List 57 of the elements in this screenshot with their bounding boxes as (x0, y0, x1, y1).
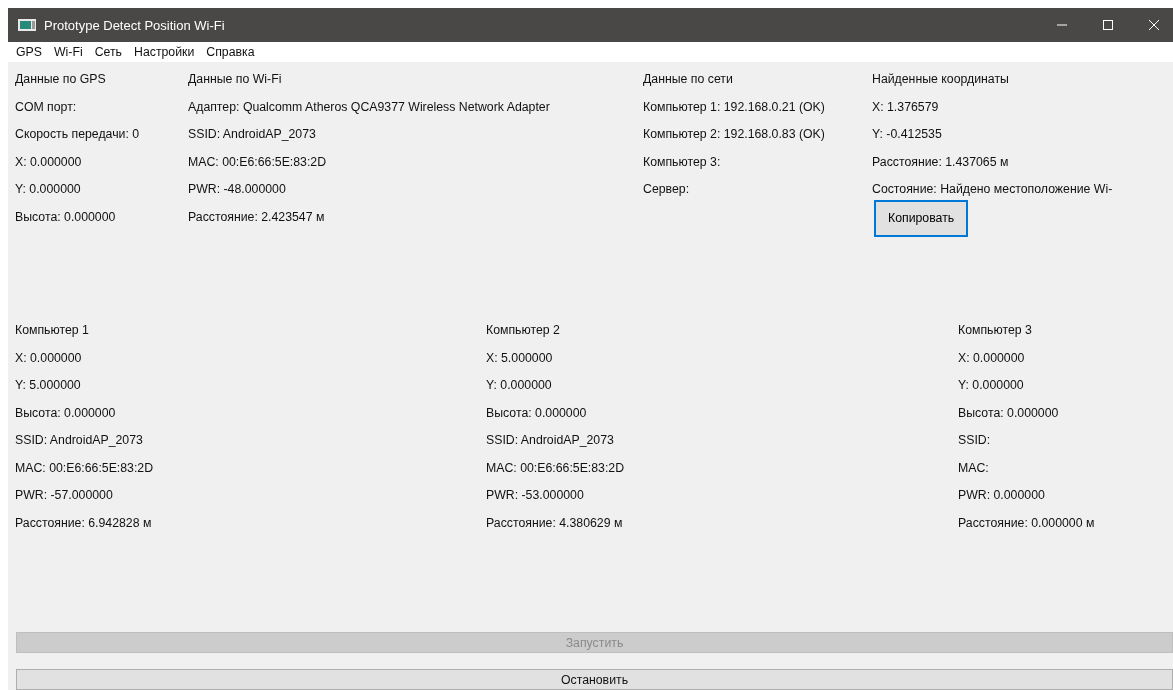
data-label: Компьютер 1: 192.168.0.21 (OK) (643, 98, 825, 116)
data-label: Высота: 0.000000 (486, 404, 587, 422)
section-heading: Компьютер 1 (15, 322, 89, 339)
data-label: Состояние: Найдено местоположение Wi- (872, 181, 1113, 198)
data-label: X: 0.000000 (958, 349, 1025, 367)
data-label: X: 0.000000 (15, 349, 82, 367)
data-label: Сервер: (643, 181, 690, 198)
menu-item[interactable]: Настройки (134, 45, 195, 59)
data-label: Расстояние: 6.942828 м (15, 514, 152, 532)
data-label: PWR: -48.000000 (188, 181, 286, 198)
maximize-icon[interactable] (1101, 18, 1115, 32)
data-label: X: 5.000000 (486, 349, 553, 367)
data-label: PWR: -53.000000 (486, 487, 584, 504)
data-label: Y: 0.000000 (486, 377, 552, 394)
data-label: Y: -0.412535 (872, 126, 942, 143)
data-label: Компьютер 3: (643, 153, 721, 171)
data-label: Адаптер: Qualcomm Atheros QCA9377 Wireless Network Adapter (188, 98, 550, 116)
close-icon[interactable] (1147, 18, 1161, 32)
menu-item[interactable]: GPS (16, 45, 42, 59)
data-label: COM порт: (15, 98, 77, 116)
data-label: Расстояние: 2.423547 м (188, 208, 325, 226)
section-heading: Данные по сети (643, 71, 733, 88)
section-heading: Найденные координаты (872, 71, 1009, 88)
data-label: Расстояние: 4.380629 м (486, 514, 623, 532)
data-label: Y: 0.000000 (15, 181, 81, 198)
data-label: Расстояние: 0.000000 м (958, 514, 1095, 532)
menu-item[interactable]: Сеть (94, 45, 122, 59)
data-label: Y: 5.000000 (15, 377, 81, 394)
data-label: PWR: 0.000000 (958, 487, 1045, 504)
window-title: Prototype Detect Position Wi-Fi (44, 17, 225, 33)
data-label: MAC: 00:E6:66:5E:83:2D (188, 153, 327, 171)
section-heading: Компьютер 3 (958, 322, 1032, 339)
menu-item[interactable]: Wi-Fi (53, 45, 83, 59)
data-label: Скорость передачи: 0 (15, 126, 140, 143)
section-heading: Компьютер 2 (486, 322, 560, 339)
data-label: MAC: 00:E6:66:5E:83:2D (486, 459, 625, 477)
data-label: SSID: AndroidAP_2073 (188, 126, 316, 143)
data-label: Высота: 0.000000 (958, 404, 1059, 422)
data-label: Высота: 0.000000 (15, 208, 116, 226)
data-label: Y: 0.000000 (958, 377, 1024, 394)
section-heading: Данные по GPS (15, 71, 106, 88)
data-label: MAC: 00:E6:66:5E:83:2D (15, 459, 154, 477)
data-label: Высота: 0.000000 (15, 404, 116, 422)
app-icon (18, 19, 36, 31)
data-label: X: 0.000000 (15, 153, 82, 171)
data-label: MAC: (958, 459, 989, 477)
data-label: Компьютер 2: 192.168.0.83 (OK) (643, 126, 825, 143)
copy-button[interactable]: Копировать (874, 199, 969, 237)
data-label: Расстояние: 1.437065 м (872, 153, 1009, 171)
stop-button[interactable]: Остановить (16, 669, 1173, 690)
data-label: PWR: -57.000000 (15, 487, 113, 504)
data-label: X: 1.376579 (872, 98, 939, 116)
section-heading: Данные по Wi-Fi (188, 71, 282, 88)
data-label: SSID: AndroidAP_2073 (15, 432, 143, 449)
menu-item[interactable]: Справка (206, 45, 255, 59)
data-label: SSID: AndroidAP_2073 (486, 432, 614, 449)
data-label: SSID: (958, 432, 991, 449)
